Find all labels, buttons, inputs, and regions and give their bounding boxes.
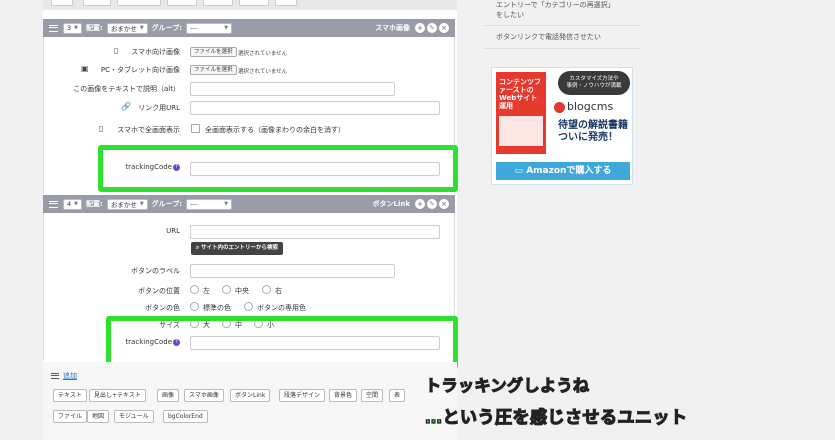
position-center-radio[interactable] (222, 285, 231, 294)
smartphone-icon: ▯ (114, 46, 119, 55)
add-heading-text-button[interactable]: 見出し+テキスト (89, 389, 146, 402)
pc-image-label: PC・タブレット向け画像 (100, 66, 180, 74)
placement-select[interactable]: おまかせ ▼ (106, 198, 148, 210)
speech-bubble: カスタマイズ方法や 事例・ノウハウが満載 (558, 71, 630, 95)
add-button-link-button[interactable]: ボタンLink (230, 389, 271, 402)
add-unit-icon[interactable]: + (415, 23, 425, 33)
unit-4-header: 4 ▼ 配置: おまかせ ▼ グループ: --- ▼ ボタンLink + ✎ × (43, 195, 455, 213)
placement-select[interactable]: おまかせ ▼ (106, 22, 148, 34)
sidebar-link-category[interactable]: エントリーで「カテゴリーの再選択」 (496, 0, 615, 10)
unit-order-select[interactable]: 4 ▼ (63, 198, 82, 210)
sp-image-label: スマホ向け画像 (131, 48, 180, 56)
book-ad-banner[interactable]: コンテンツファーストのWebサイト運用 カスタマイズ方法や 事例・ノウハウが満載… (491, 67, 633, 185)
add-table-button[interactable]: 表 (389, 389, 406, 402)
unit-order-select[interactable]: 3 ▼ (63, 22, 82, 34)
smartphone-icon: ▯ (99, 124, 104, 133)
color-standard-radio[interactable] (190, 302, 199, 311)
entry-search-button[interactable]: ⌕ サイト内のエントリーから検索 (191, 242, 284, 255)
color-label: ボタンの色 (145, 304, 180, 312)
position-label: ボタンの位置 (138, 287, 180, 295)
placement-label: 配置: (86, 200, 103, 208)
position-center-label: 中央 (235, 287, 249, 295)
group-select[interactable]: --- ▼ (186, 22, 233, 34)
position-left-radio[interactable] (190, 285, 199, 294)
unit-type-label: ボタンLink (372, 200, 411, 208)
menu-icon (51, 373, 59, 379)
color-special-label: ボタンの専用色 (257, 304, 306, 312)
add-unit-panel: 追加 テキスト 見出し+テキスト 画像 スマホ画像 ボタンLink 段落デザイン… (43, 362, 457, 440)
unit-type-label: スマホ画像 (375, 24, 410, 32)
link-url-input[interactable] (190, 101, 440, 115)
position-left-label: 左 (203, 287, 210, 295)
prev-chip[interactable] (167, 0, 197, 6)
color-standard-label: 標準の色 (203, 304, 231, 312)
add-image-button[interactable]: 画像 (157, 389, 180, 402)
add-module-button[interactable]: モジュール (114, 410, 154, 423)
sidebar-link-phone[interactable]: ボタンリンクで電話発信させたい (496, 32, 601, 42)
prev-chip[interactable] (51, 0, 73, 6)
button-label-label: ボタンのラベル (131, 267, 180, 275)
pc-file-button[interactable]: ファイルを選択 (190, 65, 237, 75)
prev-chip[interactable] (83, 0, 111, 6)
caption-line-2: …という圧を感じさせるユニット (424, 407, 688, 428)
url-input[interactable] (190, 225, 440, 239)
pc-file-status: 選択されていません (238, 69, 288, 75)
link-label: リンク用URL (138, 104, 180, 112)
add-unit-icon[interactable]: + (415, 199, 425, 209)
add-file-button[interactable]: ファイル (53, 410, 88, 423)
group-select[interactable]: --- ▼ (186, 198, 233, 210)
position-right-radio[interactable] (262, 285, 271, 294)
edit-icon[interactable]: ✎ (427, 199, 437, 209)
promo-text: 待望の解説書籍 ついに発売！ (558, 120, 628, 143)
book-cover-image: コンテンツファーストのWebサイト運用 (496, 72, 546, 154)
unit-3-header: 3 ▼ 配置: おまかせ ▼ グループ: --- ▼ スマホ画像 + ✎ × (43, 19, 455, 37)
sidebar-divider (484, 48, 639, 49)
position-right-label: 右 (275, 287, 282, 295)
blogcms-logo: blogcms (554, 100, 613, 113)
sidebar-divider (484, 25, 639, 26)
delete-icon[interactable]: × (439, 199, 449, 209)
cart-icon: ▭ (514, 166, 527, 176)
drag-handle-icon[interactable] (49, 24, 58, 32)
highlight-box-unit3 (98, 145, 458, 192)
prev-chip[interactable] (203, 0, 233, 6)
edit-icon[interactable]: ✎ (427, 23, 437, 33)
fullscreen-checkbox-label: 全画面表示する（画像まわりの余白を消す） (205, 126, 345, 134)
prev-chip[interactable] (117, 0, 161, 6)
book-title: コンテンツファーストのWebサイト運用 (499, 78, 541, 110)
button-label-input[interactable] (190, 264, 395, 278)
fullscreen-checkbox[interactable] (191, 124, 200, 133)
caption-line-1: トラッキングしようね (424, 375, 590, 395)
image-icon: ▣ (81, 64, 89, 73)
add-map-button[interactable]: 地図 (87, 410, 110, 423)
sp-file-button[interactable]: ファイルを選択 (190, 47, 237, 57)
add-space-button[interactable]: 空間 (361, 389, 384, 402)
fullscreen-label: スマホで全画面表示 (117, 126, 180, 134)
add-unit-title[interactable]: 追加 (51, 371, 77, 381)
add-paragraph-design-button[interactable]: 段落デザイン (279, 389, 326, 402)
previous-unit-strip (43, 0, 457, 10)
group-label: グループ: (151, 24, 183, 32)
delete-icon[interactable]: × (439, 23, 449, 33)
book-cover-detail (499, 116, 543, 146)
add-sp-image-button[interactable]: スマホ画像 (184, 389, 224, 402)
alt-label: この画像をテキストで説明（alt） (73, 85, 180, 93)
drag-handle-icon[interactable] (49, 200, 58, 208)
sidebar-link-category-cont[interactable]: をしたい (496, 10, 524, 20)
sp-file-status: 選択されていません (238, 51, 288, 57)
url-label: URL (166, 227, 180, 235)
color-special-radio[interactable] (244, 302, 253, 311)
prev-chip[interactable] (239, 0, 269, 6)
placement-label: 配置: (86, 24, 103, 32)
add-bg-color-button[interactable]: 背景色 (329, 389, 358, 402)
group-label: グループ: (151, 200, 183, 208)
alt-input[interactable] (190, 82, 395, 96)
add-text-button[interactable]: テキスト (53, 389, 87, 402)
add-bg-color-end-button[interactable]: bgColorEnd (163, 410, 208, 423)
amazon-buy-button[interactable]: ▭ Amazonで購入する (496, 162, 630, 180)
prev-chip[interactable] (275, 0, 297, 6)
